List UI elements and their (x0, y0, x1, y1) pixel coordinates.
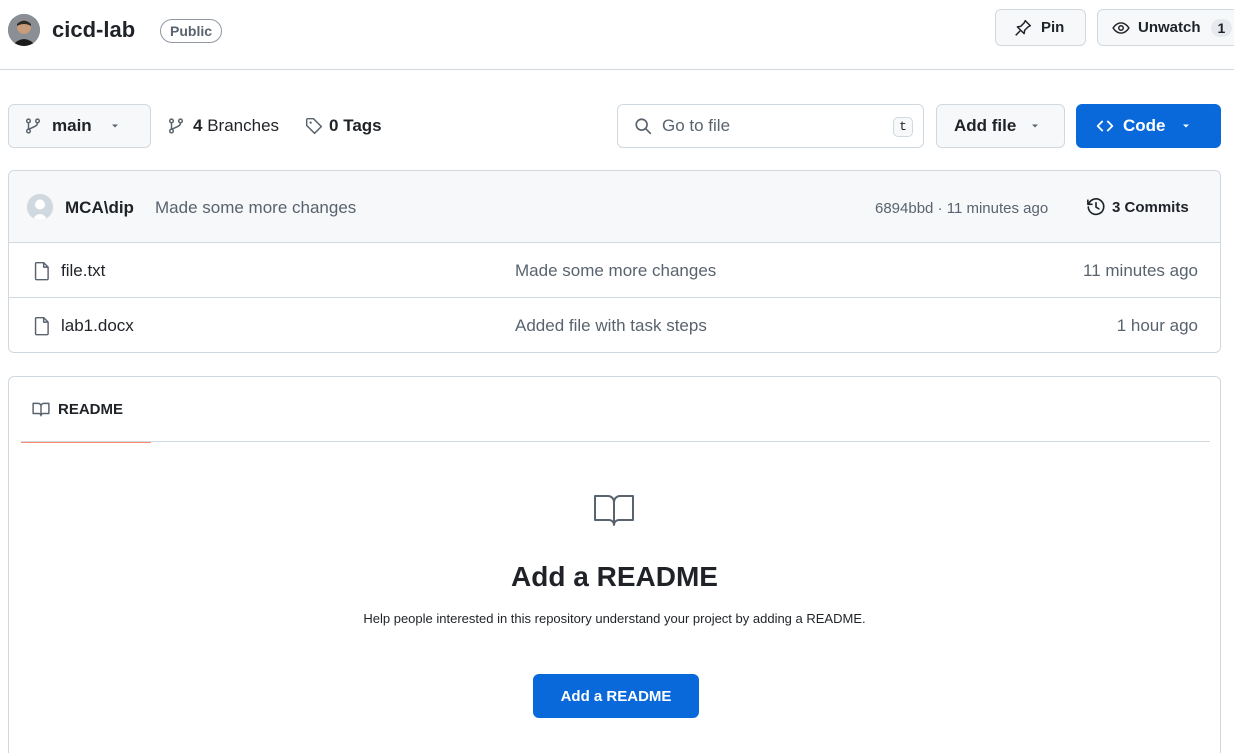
branch-selector[interactable]: main (8, 104, 151, 148)
file-name[interactable]: lab1.docx (61, 316, 134, 336)
file-icon (33, 316, 51, 336)
file-row[interactable]: file.txt Made some more changes 11 minut… (9, 243, 1220, 298)
commits-link[interactable]: 3 Commits (1086, 197, 1189, 217)
tags-count: 0 (329, 116, 339, 135)
repo-header: cicd-lab Public Pin Unwatch 1 (0, 0, 1234, 70)
git-branch-icon (167, 117, 185, 135)
pin-icon (1014, 19, 1032, 37)
code-button[interactable]: Code (1076, 104, 1221, 148)
owner-avatar[interactable] (8, 14, 40, 46)
file-row[interactable]: lab1.docx Added file with task steps 1 h… (9, 298, 1220, 352)
branches-link[interactable]: 4 Branches (167, 104, 279, 148)
commit-message[interactable]: Made some more changes (155, 198, 356, 218)
book-icon (32, 400, 50, 418)
watch-count: 1 (1210, 18, 1233, 37)
add-readme-button[interactable]: Add a README (533, 674, 699, 718)
add-file-button[interactable]: Add file (936, 104, 1065, 148)
commit-meta[interactable]: 6894bbd · 11 minutes ago (875, 200, 1048, 217)
empty-state-description: Help people interested in this repositor… (363, 611, 866, 626)
tags-label: Tags (343, 116, 382, 135)
git-branch-icon (24, 117, 42, 135)
tag-icon (305, 117, 323, 135)
tags-link[interactable]: 0 Tags (305, 104, 382, 148)
search-icon (634, 117, 652, 135)
unwatch-button[interactable]: Unwatch 1 (1097, 9, 1234, 46)
file-commit-message[interactable]: Made some more changes (515, 261, 716, 281)
file-table: MCA\dip Made some more changes 6894bbd ·… (8, 170, 1221, 353)
branches-count: 4 (193, 116, 203, 135)
go-to-file[interactable]: t (617, 104, 924, 148)
go-to-file-input[interactable] (662, 116, 882, 136)
file-icon (33, 261, 51, 281)
commit-author[interactable]: MCA\dip (65, 198, 134, 218)
pin-button[interactable]: Pin (995, 9, 1086, 46)
code-label: Code (1123, 116, 1166, 135)
branch-name: main (52, 116, 92, 135)
visibility-badge: Public (160, 19, 223, 43)
branches-label: Branches (207, 116, 280, 135)
tab-readme[interactable]: README (21, 377, 151, 443)
eye-icon (1112, 19, 1130, 37)
file-commit-time: 1 hour ago (1116, 316, 1198, 335)
unwatch-label: Unwatch (1138, 19, 1201, 36)
file-commit-time: 11 minutes ago (1083, 261, 1198, 280)
history-icon (1086, 197, 1106, 217)
caret-down-icon (1030, 121, 1040, 131)
readme-tab-label: README (58, 400, 124, 418)
caret-down-icon (1181, 121, 1191, 131)
caret-down-icon (110, 121, 120, 131)
pin-label: Pin (1041, 19, 1065, 36)
commits-label: 3 Commits (1112, 198, 1189, 216)
readme-panel: README Add a README Help people interest… (8, 376, 1221, 753)
file-name[interactable]: file.txt (61, 261, 105, 281)
readme-divider (21, 441, 1210, 442)
latest-commit-bar: MCA\dip Made some more changes 6894bbd ·… (9, 171, 1220, 243)
empty-state-title: Add a README (511, 561, 718, 592)
add-file-label: Add file (954, 116, 1017, 135)
commit-author-avatar[interactable] (27, 194, 53, 220)
book-icon (593, 493, 635, 527)
shortcut-key: t (893, 117, 913, 137)
code-icon (1096, 117, 1114, 135)
repo-name[interactable]: cicd-lab (52, 17, 135, 43)
file-commit-message[interactable]: Added file with task steps (515, 316, 707, 336)
